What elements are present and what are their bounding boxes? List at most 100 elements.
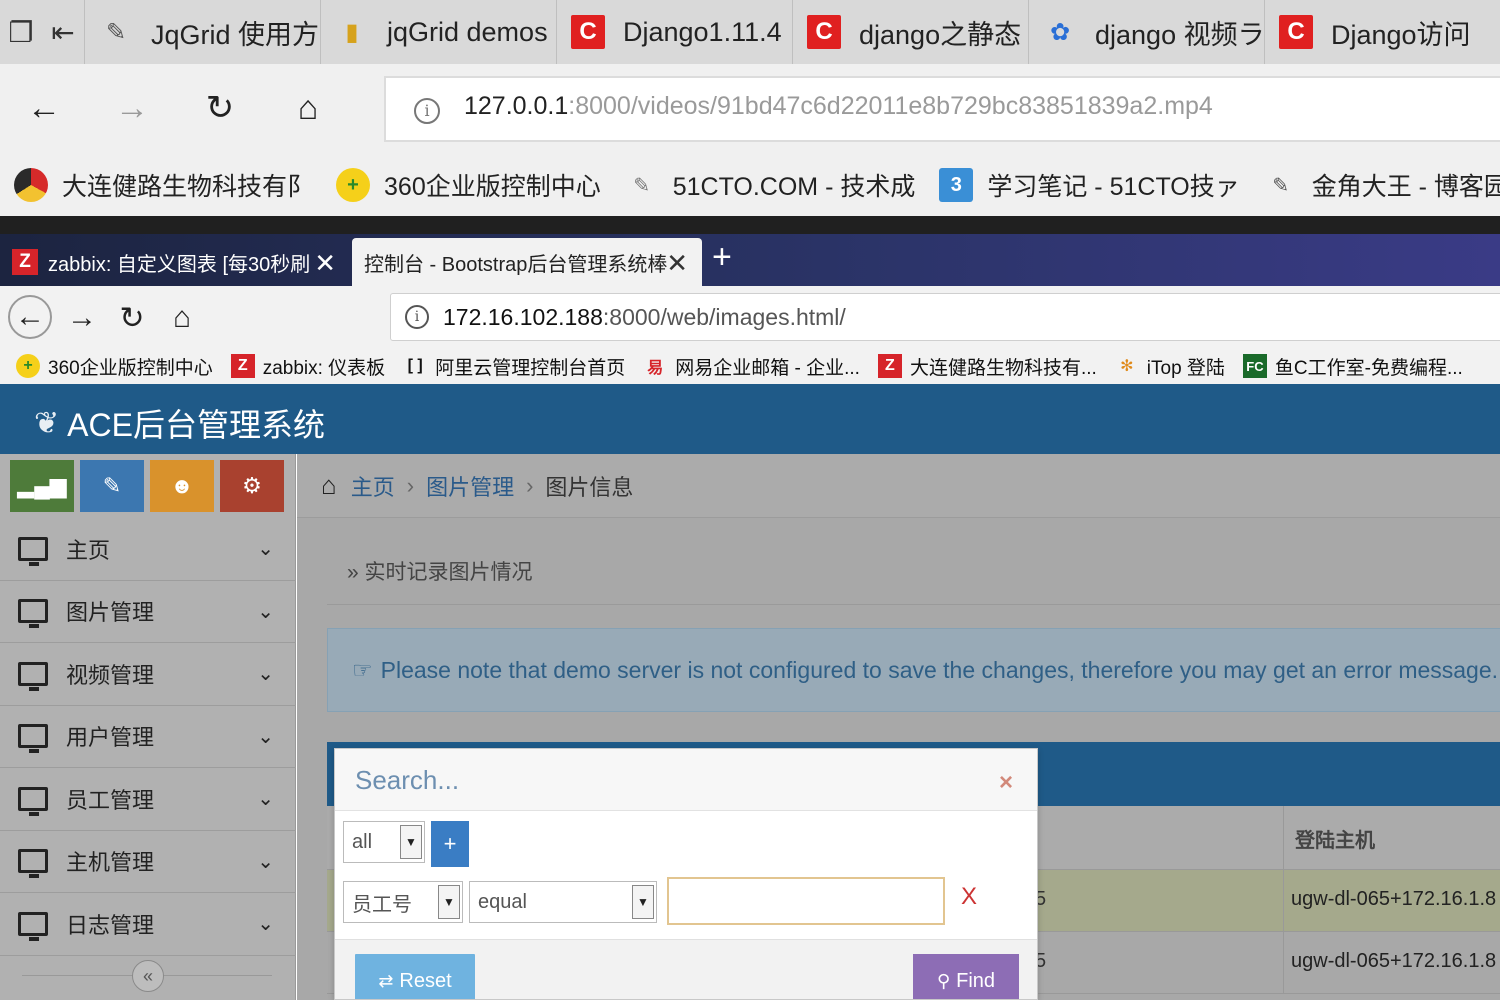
inner-tab-active[interactable]: 控制台 - Bootstrap后台管理系统棒 ✕ <box>352 238 702 286</box>
breadcrumb-home-link[interactable]: 主页 <box>351 470 395 502</box>
home-icon[interactable]: ⌂ <box>160 296 204 340</box>
new-tab-button[interactable]: + <box>712 238 732 277</box>
forward-arrow-icon[interactable]: → <box>102 84 162 132</box>
zabbix-icon: Z <box>877 354 902 378</box>
forward-arrow-icon[interactable]: → <box>60 296 104 340</box>
chevron-down-icon: ⌄ <box>257 663 274 685</box>
bookmark-label: 学习笔记 - 51CTO技ァ <box>987 173 1240 201</box>
bookmark[interactable]: Z 大连健路生物科技有... <box>877 353 1097 380</box>
retweet-icon: ⇄ <box>378 970 394 991</box>
home-icon[interactable]: ⌂ <box>278 84 338 132</box>
info-icon[interactable]: i <box>414 98 440 124</box>
outer-tab[interactable]: ✿ django 视频ラ <box>1028 0 1264 64</box>
app-navbar: ❦ ACE后台管理系统 <box>0 384 1500 454</box>
bookmark-label: 大连健路生物科技有阝 <box>62 173 313 201</box>
desktop-icon <box>18 724 48 754</box>
aliyun-icon: [ ] <box>407 357 423 374</box>
inner-tab[interactable]: Z zabbix: 自定义图表 [每30秒刷 ✕ <box>0 238 350 286</box>
signal-icon[interactable]: ▂▄▆ <box>10 460 74 512</box>
chevron-down-icon: ⌄ <box>257 913 274 935</box>
inner-tab-title: 控制台 - Bootstrap后台管理系统棒 <box>364 253 668 276</box>
sidebar-item-videos[interactable]: 视频管理 ⌄ <box>0 643 296 706</box>
back-arrow-icon[interactable]: ← <box>8 295 52 339</box>
search-dialog: Search... × all ▼ + 员工号 ▼ equal ▼ X ⇄ Re… <box>334 748 1038 1000</box>
inner-address-bar[interactable]: i 172.16.102.188:8000/web/images.html/ <box>390 293 1500 341</box>
refresh-icon[interactable]: ↻ <box>190 84 250 132</box>
close-tab-icon[interactable]: ✕ <box>666 248 688 279</box>
chevron-down-icon: ▼ <box>632 885 654 919</box>
column-header-login-host[interactable]: 登陆主机 <box>1295 824 1375 853</box>
reset-button[interactable]: ⇄ Reset <box>355 954 475 999</box>
reset-label: Reset <box>399 969 452 992</box>
find-button[interactable]: ⚲ Find <box>913 954 1019 999</box>
bookmark[interactable]: 3 学习笔记 - 51CTO技ァ <box>939 167 1240 203</box>
bookmark[interactable]: + 360企业版控制中心 <box>16 353 213 380</box>
outer-tab[interactable]: C Django1.11.4 <box>556 0 792 64</box>
sidebar-item-home[interactable]: 主页 ⌄ <box>0 518 296 581</box>
sidebar-collapse-button[interactable]: « <box>132 960 164 992</box>
desktop-icon <box>18 661 48 691</box>
sidebar-item-images[interactable]: 图片管理 ⌄ <box>0 581 296 643</box>
breadcrumb-section-link[interactable]: 图片管理 <box>426 470 514 502</box>
group-operator-select[interactable]: all ▼ <box>343 821 425 863</box>
outer-tab[interactable]: C Django访问 <box>1264 0 1500 64</box>
set-aside-tabs-icon[interactable]: ⇤ <box>42 0 84 64</box>
operator-select[interactable]: equal ▼ <box>469 881 657 923</box>
close-icon[interactable]: × <box>999 769 1013 797</box>
chevron-down-icon: ⌄ <box>257 850 274 873</box>
url-path: :8000/videos/91bd47c6d22011e8b729bc83851… <box>568 92 1213 120</box>
sidebar-item-logs[interactable]: 日志管理 ⌄ <box>0 893 296 956</box>
field-select[interactable]: 员工号 ▼ <box>343 881 463 923</box>
folder-icon: ▮ <box>345 18 359 46</box>
info-icon[interactable]: i <box>405 305 429 329</box>
select-value: all <box>352 830 373 853</box>
add-rule-button[interactable]: + <box>431 821 469 867</box>
delete-rule-button[interactable]: X <box>961 883 977 911</box>
tab-manager-icon[interactable]: ❐ <box>0 0 42 64</box>
cogs-icon[interactable]: ⚙ <box>220 460 284 512</box>
bookmark-label: 大连健路生物科技有... <box>909 357 1097 379</box>
bookmark[interactable]: ✎ 51CTO.COM - 技术成 <box>625 167 915 203</box>
app-brand[interactable]: ❦ ACE后台管理系统 <box>34 400 325 446</box>
pencil-icon[interactable]: ✎ <box>80 460 144 512</box>
bookmark[interactable]: Z zabbix: 仪表板 <box>230 353 386 380</box>
outer-tab[interactable]: ▮ jqGrid demos <box>320 0 556 64</box>
desktop-icon <box>18 849 48 879</box>
sidebar-item-users[interactable]: 用户管理 ⌄ <box>0 706 296 768</box>
dialog-header: Search... × <box>335 749 1037 811</box>
breadcrumb: ⌂ 主页 › 图片管理 › 图片信息 <box>297 454 1500 518</box>
column-separator <box>1283 932 1284 994</box>
outer-tab[interactable]: C django之静态 <box>792 0 1028 64</box>
sidebar-item-employees[interactable]: 员工管理 ⌄ <box>0 768 296 831</box>
sidebar-item-hosts[interactable]: 主机管理 ⌄ <box>0 831 296 893</box>
sidebar-item-label: 主页 <box>66 537 111 563</box>
bookmark[interactable]: + 360企业版控制中心 <box>336 167 601 203</box>
bookmark-label: 阿里云管理控制台首页 <box>435 357 626 379</box>
bookmark[interactable]: ✎ 金角大王 - 博客园 <box>1264 167 1500 203</box>
c-logo-icon: C <box>1279 15 1313 49</box>
bookmark-label: zabbix: 仪表板 <box>262 357 386 379</box>
bookmark[interactable]: FC 鱼C工作室-免费编程... <box>1242 353 1463 380</box>
bookmark[interactable]: 易 网易企业邮箱 - 企业... <box>643 353 860 380</box>
search-value-input[interactable] <box>667 877 945 925</box>
home-icon[interactable]: ⌂ <box>321 470 337 501</box>
back-arrow-icon[interactable]: ← <box>14 84 74 132</box>
bookmark-label: 金角大王 - 博客园 <box>1311 173 1500 201</box>
plus-circle-icon: + <box>336 168 371 202</box>
outer-address-bar[interactable]: i 127.0.0.1:8000/videos/91bd47c6d22011e8… <box>384 76 1500 142</box>
outer-tab-title: Django1.11.4 <box>623 16 782 47</box>
bookmark[interactable]: [ ] 阿里云管理控制台首页 <box>403 353 626 380</box>
bookmark[interactable]: 大连健路生物科技有阝 <box>14 167 312 203</box>
bookmark[interactable]: ✻ iTop 登陆 <box>1115 353 1225 380</box>
reload-icon[interactable]: ↻ <box>110 296 154 340</box>
outer-tab-title: django之静态 <box>859 19 1022 50</box>
chevron-down-icon: ⌄ <box>257 725 274 748</box>
users-icon[interactable]: ☻ <box>150 460 214 512</box>
hand-pointer-icon: ☞ <box>352 656 373 683</box>
outer-tab-title: Django访问 <box>1331 19 1471 50</box>
close-tab-icon[interactable]: ✕ <box>314 248 336 279</box>
bookmark-label: 网易企业邮箱 - 企业... <box>675 357 860 379</box>
outer-tab[interactable]: ✎ JqGrid 使用方 <box>84 0 320 64</box>
alert-text: Please note that demo server is not conf… <box>380 656 1499 683</box>
desktop-icon <box>18 786 48 816</box>
